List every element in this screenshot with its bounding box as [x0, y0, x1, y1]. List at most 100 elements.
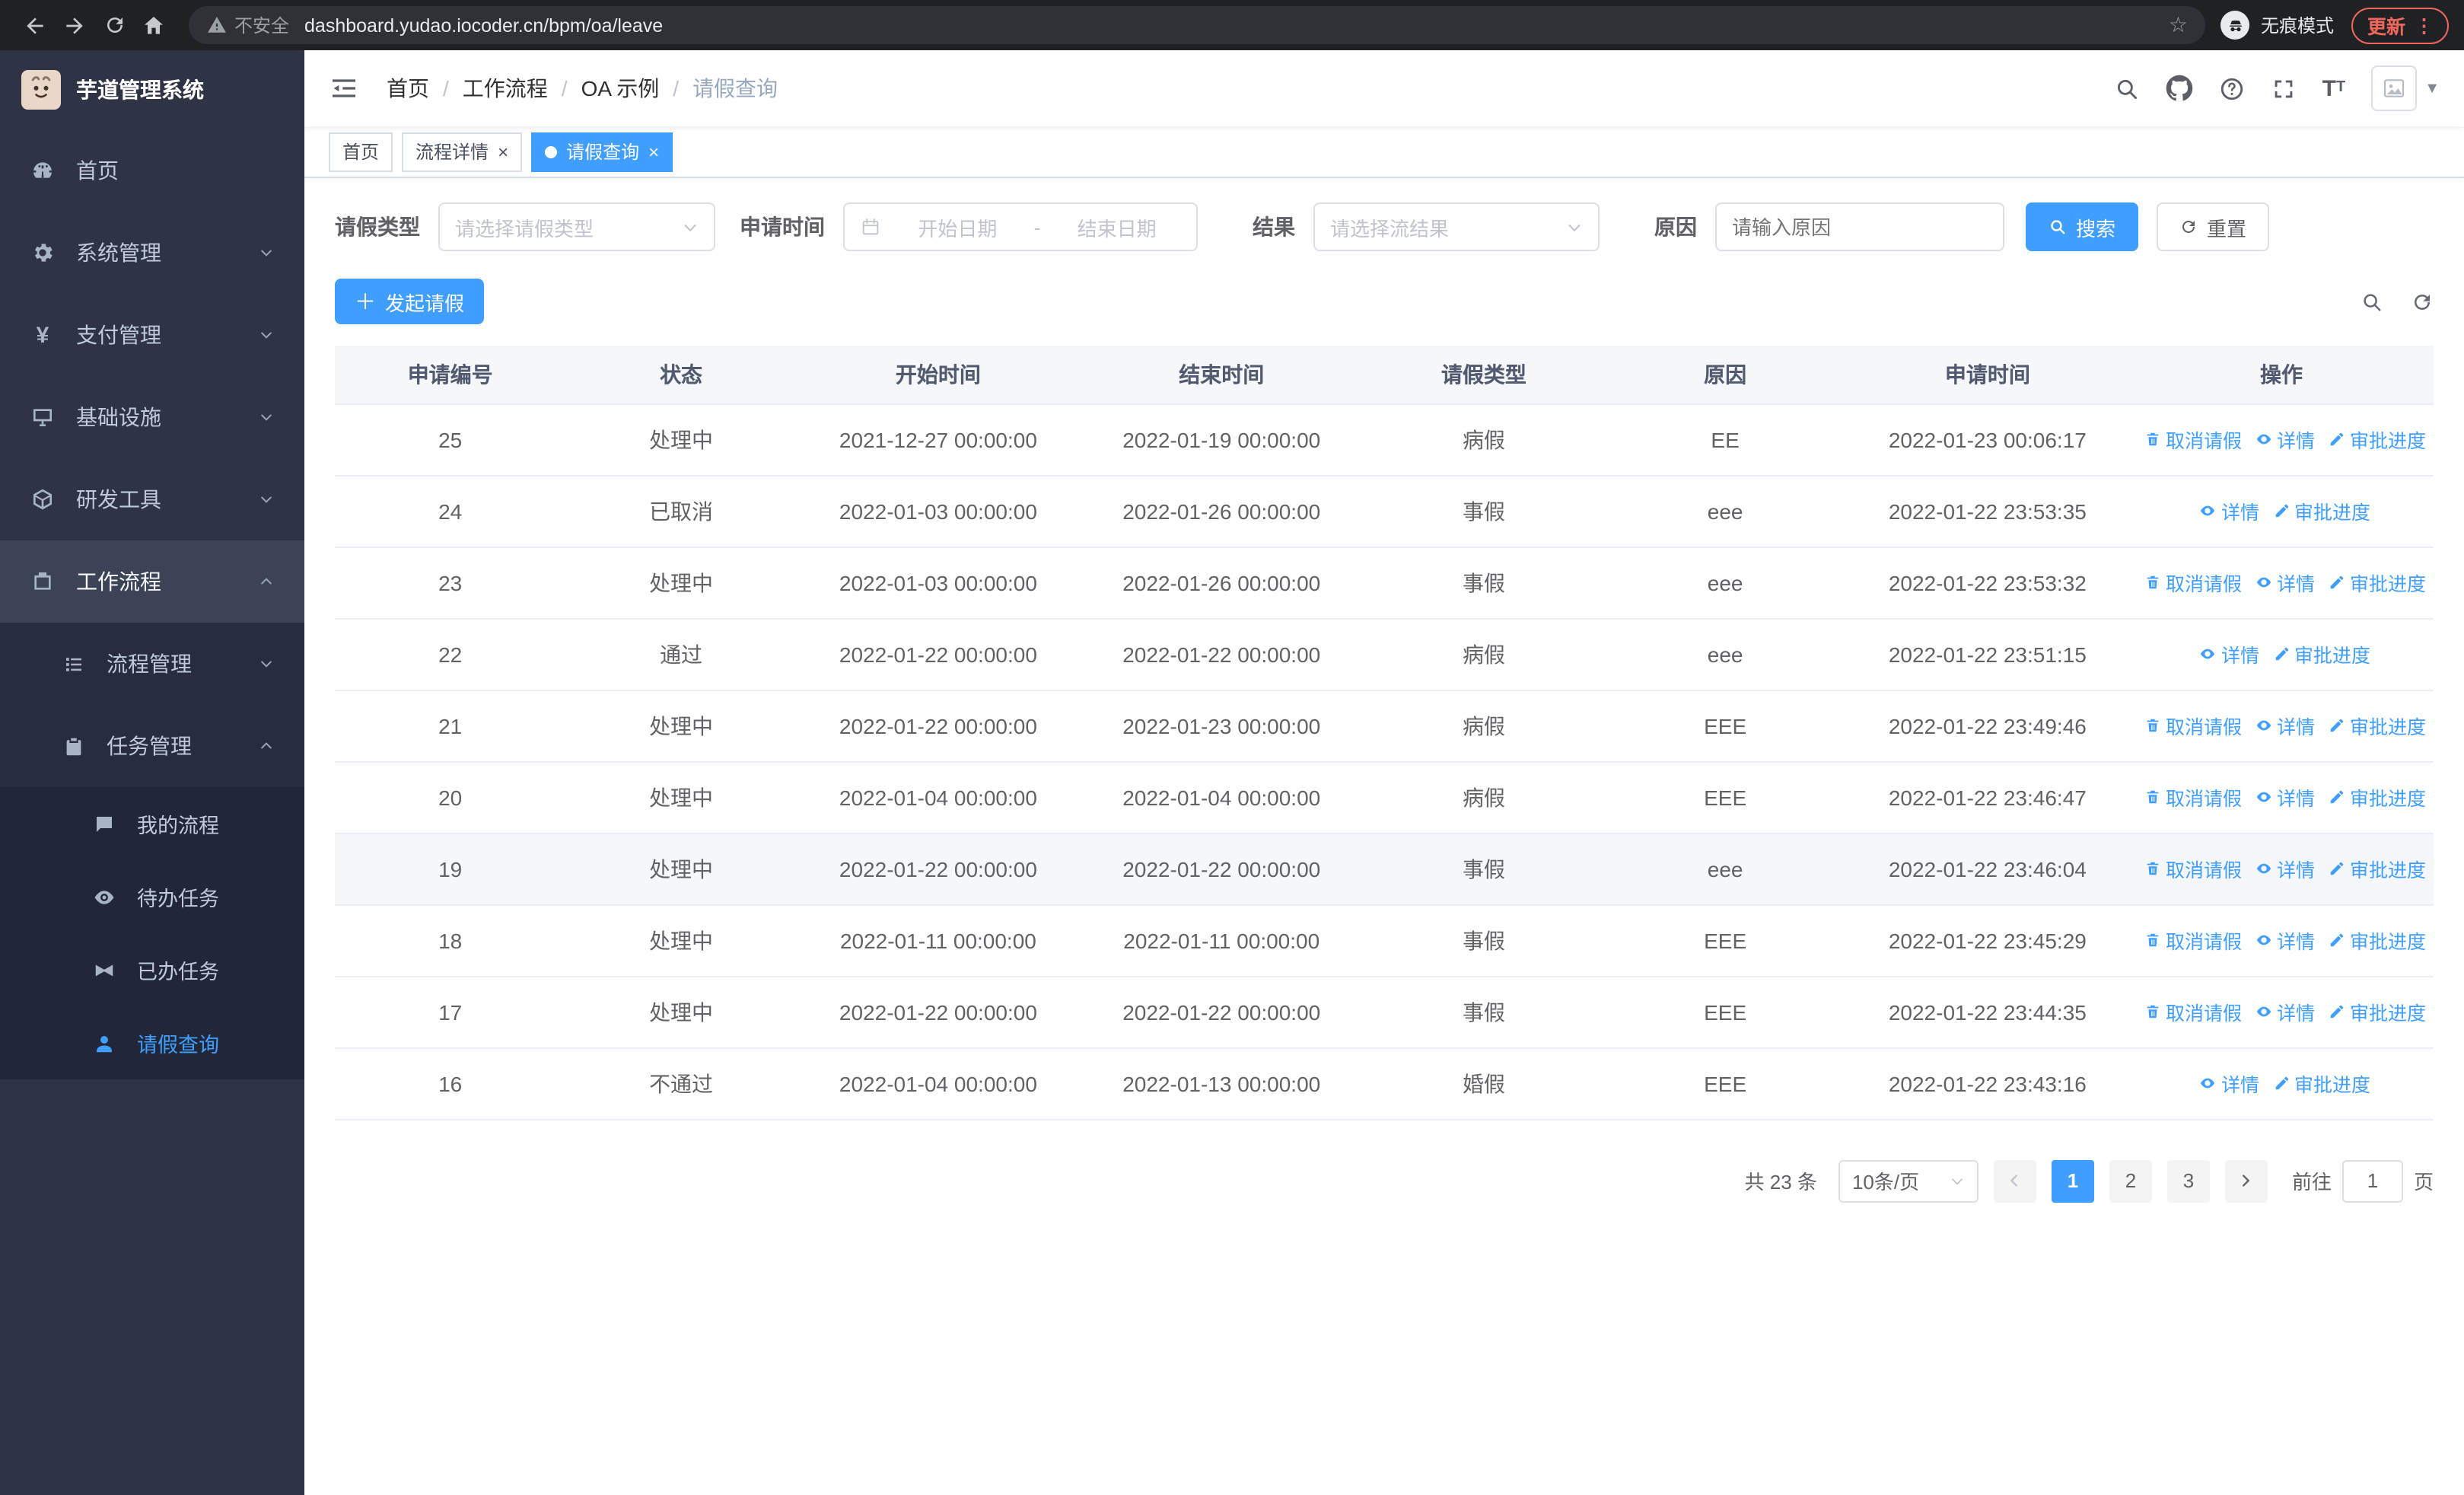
address-bar[interactable]: 不安全 dashboard.yudao.iocoder.cn/bpm/oa/le… [189, 6, 2206, 44]
detail-action-link[interactable]: 详情 [2255, 711, 2315, 740]
progress-action-link[interactable]: 审批进度 [2273, 496, 2370, 525]
reset-button[interactable]: 重置 [2157, 202, 2270, 251]
cancel-action-link[interactable]: 取消请假 [2144, 926, 2242, 955]
leave-type-select[interactable]: 请选择请假类型 [438, 202, 715, 251]
breadcrumb-home[interactable]: 首页 [387, 73, 429, 104]
cancel-action-link[interactable]: 取消请假 [2144, 711, 2242, 740]
sidebar-item-done-tasks[interactable]: 已办任务 [0, 933, 304, 1006]
toolbar-search-toggle[interactable] [2361, 290, 2383, 313]
browser-forward-button[interactable] [55, 5, 94, 45]
progress-action-link[interactable]: 审批进度 [2329, 783, 2426, 811]
progress-action-link[interactable]: 审批进度 [2329, 568, 2426, 597]
fullscreen-button[interactable] [2271, 75, 2297, 101]
page-button-2[interactable]: 2 [2109, 1159, 2152, 1202]
tab-process-detail[interactable]: 流程详情 × [402, 132, 523, 171]
next-page-button[interactable] [2224, 1159, 2268, 1202]
create-leave-button[interactable]: ＋ 发起请假 [335, 279, 485, 324]
sidebar-item-home[interactable]: 首页 [0, 129, 304, 212]
tab-leave-query[interactable]: 请假查询 × [531, 132, 673, 171]
breadcrumb-workflow[interactable]: 工作流程 [463, 73, 548, 104]
breadcrumb-oa-demo[interactable]: OA 示例 [581, 73, 660, 104]
sidebar-item-leave-query[interactable]: 请假查询 [0, 1006, 304, 1079]
progress-action-link[interactable]: 审批进度 [2329, 997, 2426, 1026]
detail-action-link[interactable]: 详情 [2255, 425, 2315, 454]
github-link[interactable] [2166, 75, 2193, 102]
sidebar-item-infra[interactable]: 基础设施 [0, 376, 304, 458]
cell-start-time: 2022-01-04 00:00:00 [796, 761, 1081, 834]
cell-request-id: 23 [335, 547, 566, 619]
cell-actions: 取消请假 详情 审批进度 [2129, 761, 2434, 834]
prev-page-button[interactable] [1993, 1159, 2036, 1202]
cancel-action-link[interactable]: 取消请假 [2144, 997, 2242, 1026]
cancel-action-link[interactable]: 取消请假 [2144, 425, 2242, 454]
sidebar-item-payment[interactable]: ¥ 支付管理 [0, 294, 304, 376]
gear-icon [30, 241, 55, 265]
bookmark-star-icon[interactable]: ☆ [2169, 12, 2188, 38]
browser-refresh-button[interactable] [94, 5, 134, 45]
help-button[interactable] [2219, 75, 2245, 101]
result-select[interactable]: 请选择流结果 [1313, 202, 1600, 251]
sidebar-item-my-process[interactable]: 我的流程 [0, 787, 304, 860]
detail-action-link[interactable]: 详情 [2200, 639, 2259, 668]
cancel-action-link[interactable]: 取消请假 [2144, 783, 2242, 811]
sidebar-item-task-mgmt[interactable]: 任务管理 [0, 705, 304, 787]
edit-icon [2330, 575, 2344, 589]
goto-page-input[interactable] [2341, 1159, 2403, 1202]
detail-action-link[interactable]: 详情 [2255, 783, 2315, 811]
cell-end-time: 2022-01-04 00:00:00 [1080, 761, 1364, 834]
progress-action-link[interactable]: 审批进度 [2273, 639, 2370, 668]
toolbar-refresh-button[interactable] [2411, 290, 2434, 313]
cancel-action-link[interactable]: 取消请假 [2144, 568, 2242, 597]
detail-action-link[interactable]: 详情 [2255, 854, 2315, 883]
browser-home-button[interactable] [134, 5, 173, 45]
close-icon[interactable]: × [648, 142, 659, 161]
tab-label: 请假查询 [566, 142, 640, 163]
page-button-1[interactable]: 1 [2051, 1159, 2094, 1202]
sidebar-logo[interactable]: 芋道管理系统 [0, 50, 304, 129]
page-content: 请假类型 请选择请假类型 申请时间 开始日期 - 结束日期 结果 请选择流结果 … [304, 178, 2464, 1495]
sidebar-collapse-button[interactable] [329, 72, 362, 105]
progress-action-link[interactable]: 审批进度 [2329, 854, 2426, 883]
detail-action-link[interactable]: 详情 [2255, 926, 2315, 955]
sidebar-item-devtools[interactable]: 研发工具 [0, 458, 304, 540]
browser-update-button[interactable]: 更新 ⋮ [2351, 7, 2449, 43]
search-button[interactable]: 搜索 [2026, 202, 2139, 251]
sidebar-item-todo-tasks[interactable]: 待办任务 [0, 860, 304, 933]
cancel-action-link[interactable]: 取消请假 [2144, 854, 2242, 883]
detail-action-link[interactable]: 详情 [2200, 1069, 2259, 1098]
cell-end-time: 2022-01-19 00:00:00 [1080, 403, 1364, 476]
column-header-end-time: 结束时间 [1080, 346, 1364, 404]
kebab-menu-icon[interactable]: ⋮ [2415, 14, 2434, 37]
close-icon[interactable]: × [498, 142, 508, 161]
detail-action-link[interactable]: 详情 [2255, 568, 2315, 597]
progress-action-label: 审批进度 [2294, 1075, 2371, 1096]
cell-request-id: 22 [335, 618, 566, 690]
reason-input[interactable] [1715, 202, 2004, 251]
detail-action-link[interactable]: 详情 [2200, 496, 2259, 525]
cell-actions: 取消请假 详情 审批进度 [2129, 403, 2434, 476]
apply-time-label: 申请时间 [740, 215, 825, 239]
sidebar-item-system[interactable]: 系统管理 [0, 212, 304, 294]
sidebar-item-process-mgmt[interactable]: 流程管理 [0, 623, 304, 705]
progress-action-link[interactable]: 审批进度 [2329, 425, 2426, 454]
detail-action-link[interactable]: 详情 [2255, 997, 2315, 1026]
table-row: 19 处理中 2022-01-22 00:00:00 2022-01-22 00:00… [335, 833, 2434, 905]
browser-back-button[interactable] [15, 5, 55, 45]
workflow-submenu: 流程管理 任务管理 我的流程 待办任务 已办任务 请假查询 [0, 623, 304, 1079]
font-size-button[interactable]: TT [2322, 77, 2346, 100]
trash-icon [2147, 719, 2159, 732]
apply-time-range-picker[interactable]: 开始日期 - 结束日期 [843, 202, 1198, 251]
security-warning[interactable]: 不安全 [207, 12, 289, 38]
progress-action-link[interactable]: 审批进度 [2273, 1069, 2370, 1098]
progress-action-link[interactable]: 审批进度 [2329, 926, 2426, 955]
page-button-3[interactable]: 3 [2166, 1159, 2210, 1202]
progress-action-link[interactable]: 审批进度 [2329, 711, 2426, 740]
eye-icon [2256, 434, 2271, 445]
user-menu[interactable]: ▼ [2371, 65, 2440, 111]
page-size-select[interactable]: 10条/页 [1838, 1159, 1979, 1202]
search-icon [2364, 293, 2381, 311]
header-search-button[interactable] [2114, 75, 2140, 101]
sidebar-item-workflow[interactable]: 工作流程 [0, 540, 304, 623]
tab-home[interactable]: 首页 [329, 132, 393, 171]
cell-apply-time: 2022-01-23 00:06:17 [1845, 403, 2129, 476]
